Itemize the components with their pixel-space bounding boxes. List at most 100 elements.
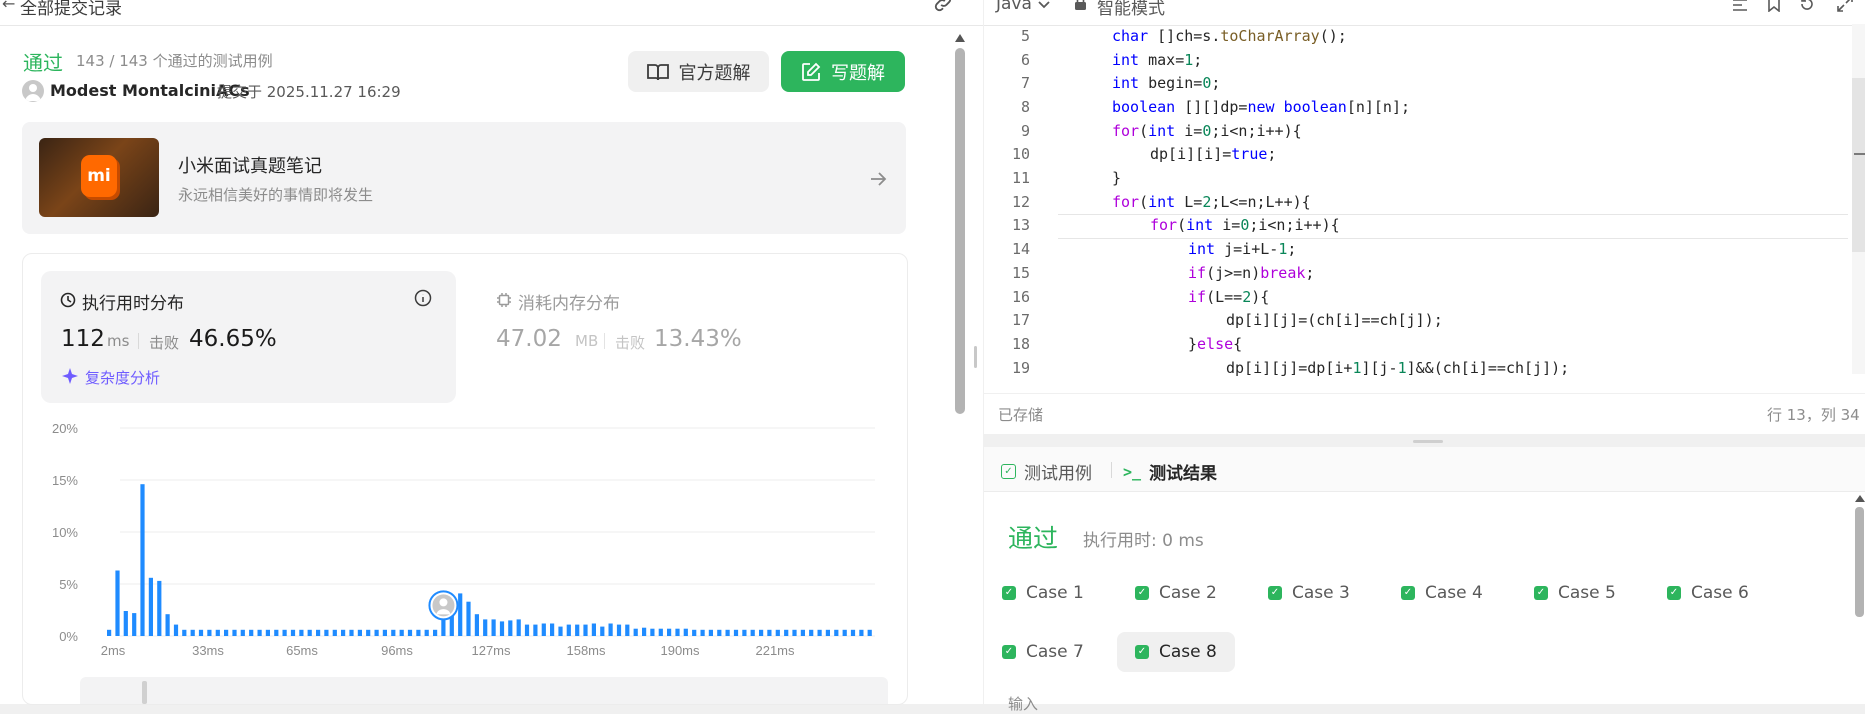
chart-bar[interactable] <box>658 628 663 636</box>
code-line[interactable]: 19 dp[i][j]=dp[i+1][j-1]&&(ch[i]==ch[j]); <box>984 356 1852 380</box>
avatar[interactable] <box>22 80 44 102</box>
chart-bar[interactable] <box>215 629 220 636</box>
chart-bar[interactable] <box>575 624 580 636</box>
code-line[interactable]: 6 int max=1; <box>984 48 1852 72</box>
link-icon[interactable] <box>932 0 954 14</box>
chart-bar[interactable] <box>499 621 505 636</box>
case-tab[interactable]: ✓ Case 8 <box>1117 632 1235 672</box>
chart-bar[interactable] <box>550 623 555 637</box>
chart-bar[interactable] <box>633 628 638 636</box>
chart-bar[interactable] <box>524 624 530 636</box>
chart-bar[interactable] <box>240 629 245 636</box>
chart-bar[interactable] <box>198 629 204 636</box>
scroll-up-icon[interactable] <box>955 34 965 42</box>
editor-mode[interactable]: 智能模式 <box>1097 0 1165 19</box>
chart-bar[interactable] <box>742 629 747 636</box>
code-line[interactable]: 18}else{ <box>984 332 1852 356</box>
chart-bar[interactable] <box>132 613 137 636</box>
chart-bar[interactable] <box>357 629 362 636</box>
memory-card[interactable]: 消耗内存分布 47.02 MB 击败 13.43% <box>477 271 877 403</box>
case-tab[interactable]: ✓ Case 6 <box>1667 573 1749 613</box>
case-tab[interactable]: ✓ Case 1 <box>1002 573 1084 613</box>
case-tab[interactable]: ✓ Case 5 <box>1534 573 1616 613</box>
chart-bar[interactable] <box>867 629 872 636</box>
chart-bar[interactable] <box>809 629 814 636</box>
code-line[interactable]: 14 int j=i+L-1; <box>984 237 1852 261</box>
chart-bar[interactable] <box>224 629 229 636</box>
chart-bar[interactable] <box>324 629 329 636</box>
chart-bar[interactable] <box>566 624 571 636</box>
chart-bar[interactable] <box>850 629 856 636</box>
chart-bar[interactable] <box>733 629 739 636</box>
chart-bar[interactable] <box>374 629 379 636</box>
chart-bar[interactable] <box>399 629 404 636</box>
chart-bar[interactable] <box>775 629 780 636</box>
chart-bar[interactable] <box>382 629 387 636</box>
code-line[interactable]: 12 for(int L=2;L<=n;L++){ <box>984 190 1852 214</box>
info-icon[interactable] <box>414 289 432 307</box>
chart-bar[interactable] <box>583 624 588 636</box>
vertical-resize-handle[interactable] <box>1413 440 1443 443</box>
chart-bar[interactable] <box>683 628 688 636</box>
chart-bar[interactable] <box>483 619 488 636</box>
chart-bar[interactable] <box>859 629 864 636</box>
chart-bar[interactable] <box>759 629 764 636</box>
code-line[interactable]: 11} <box>984 166 1852 190</box>
chart-bar[interactable] <box>533 624 538 636</box>
chart-bar[interactable] <box>667 628 672 636</box>
write-solution-button[interactable]: 写题解 <box>781 51 905 92</box>
code-line[interactable]: 16 if(L==2){ <box>984 285 1852 309</box>
chart-bar[interactable] <box>332 629 337 636</box>
chart-bar[interactable] <box>148 577 153 636</box>
chart-bar[interactable] <box>165 614 170 636</box>
chart-bar[interactable] <box>366 629 371 636</box>
chart-bar[interactable] <box>491 619 496 636</box>
code-line[interactable]: 13 for(int i=0;i<n;i++){ <box>984 214 1852 238</box>
code-line[interactable]: 7 int begin=0; <box>984 71 1852 95</box>
chart-bar[interactable] <box>265 629 270 636</box>
chart-bar[interactable] <box>290 629 296 636</box>
chart-bar[interactable] <box>257 629 262 636</box>
chart-bar[interactable] <box>800 629 805 636</box>
promo-card[interactable]: mi 小米面试真题笔记 永远相信美好的事情即将发生 <box>22 122 906 234</box>
range-selector[interactable] <box>80 677 888 704</box>
editor-scrollbar[interactable] <box>1852 24 1865 374</box>
chart-bar[interactable] <box>725 629 730 636</box>
official-solution-button[interactable]: 官方题解 <box>628 51 769 92</box>
chart-bar[interactable] <box>424 629 429 636</box>
case-tab[interactable]: ✓ Case 4 <box>1401 573 1483 613</box>
chart-bar[interactable] <box>441 619 446 636</box>
chart-bar[interactable] <box>173 624 179 636</box>
chart-bar[interactable] <box>232 629 237 636</box>
complexity-analysis-link[interactable]: 复杂度分析 <box>85 367 160 388</box>
chart-bar[interactable] <box>717 629 722 636</box>
results-scrollbar-thumb[interactable] <box>1855 507 1864 617</box>
code-area[interactable]: 5 char []ch=s.toCharArray(); 6 int max=1; 7 i… <box>984 24 1852 377</box>
chart-bar[interactable] <box>474 614 479 636</box>
chart-bar[interactable] <box>140 484 145 636</box>
chart-bar[interactable] <box>692 629 697 636</box>
chart-bar[interactable] <box>616 624 622 636</box>
expand-icon[interactable] <box>1837 0 1853 12</box>
chart-bar[interactable] <box>407 629 413 636</box>
code-line[interactable]: 17 dp[i][j]=(ch[i]==ch[j]); <box>984 308 1852 332</box>
chart-bar[interactable] <box>825 629 830 636</box>
reset-icon[interactable] <box>1799 0 1815 12</box>
chart-bar[interactable] <box>282 629 287 636</box>
chart-bar[interactable] <box>274 629 279 636</box>
tab-testcases[interactable]: ✓ 测试用例 <box>1001 459 1092 484</box>
chart-bar[interactable] <box>558 626 563 636</box>
chart-bar[interactable] <box>341 629 346 636</box>
format-icon[interactable] <box>1732 0 1748 12</box>
chart-bar[interactable] <box>190 629 195 636</box>
language-select[interactable]: Java <box>996 0 1032 14</box>
chart-bar[interactable] <box>784 629 789 636</box>
chart-bar[interactable] <box>817 629 822 636</box>
chart-bar[interactable] <box>157 580 162 636</box>
scroll-up-icon[interactable] <box>1855 495 1865 502</box>
case-tab[interactable]: ✓ Case 3 <box>1268 573 1350 613</box>
code-line[interactable]: 5 char []ch=s.toCharArray(); <box>984 24 1852 48</box>
code-line[interactable]: 10 dp[i][i]=true; <box>984 143 1852 167</box>
chart-bar[interactable] <box>391 629 396 636</box>
chart-bar[interactable] <box>625 624 630 636</box>
